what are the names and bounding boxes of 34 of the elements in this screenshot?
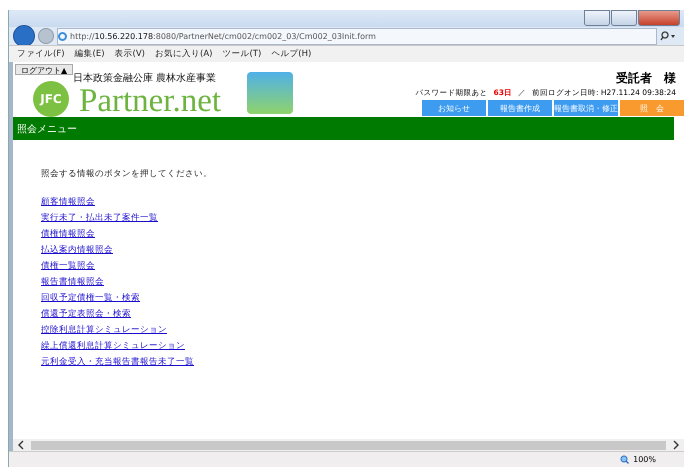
maximize-button[interactable] [611, 10, 637, 26]
minimize-button[interactable] [584, 10, 610, 26]
menu-link[interactable]: 顧客情報照会 [41, 195, 95, 211]
menu-item[interactable]: 表示(V) [114, 48, 145, 60]
scroll-left-icon[interactable] [17, 440, 25, 450]
logout-button[interactable]: ログアウト▲ [15, 64, 74, 75]
menu-item[interactable]: ツール(T) [222, 48, 262, 60]
menu-link[interactable]: 繰上償還利息計算シミュレーション [41, 339, 185, 355]
menu-item[interactable]: ヘルプ(H) [271, 48, 312, 60]
menu-link[interactable]: 償還予定表照会・検索 [41, 307, 131, 323]
organization-name: 日本政策金融公庫 農林水産事業 [73, 72, 218, 85]
scroll-right-icon[interactable] [672, 440, 680, 450]
address-bar[interactable]: http://10.56.220.178:8080/PartnerNet/cm002/cm002_03/Cm002_03Init.form [57, 28, 657, 44]
section-title-bar: 照会メニュー [13, 117, 674, 140]
menu-link[interactable]: 控除利息計算シミュレーション [41, 323, 167, 339]
zoom-icon[interactable] [620, 455, 630, 464]
instruction-text: 照会する情報のボタンを押してください。 [41, 168, 213, 180]
menu-link[interactable]: 実行未了・払出未了案件一覧 [41, 211, 158, 227]
menu-item[interactable]: ファイル(F) [17, 48, 65, 60]
menu-item[interactable]: 編集(E) [74, 48, 105, 60]
product-logo: Partner.net [79, 85, 222, 117]
zoom-level[interactable]: 100% [633, 455, 656, 464]
menu-link[interactable]: 報告書情報照会 [41, 275, 104, 291]
menu-link[interactable]: 払込案内情報照会 [41, 243, 113, 259]
photo-placeholder [247, 72, 294, 114]
menu-link[interactable]: 元利金受入・充当報告書報告未了一覧 [41, 355, 194, 371]
browser-page-icon [58, 32, 67, 40]
logo-mark: JFC [33, 81, 69, 117]
forward-button[interactable] [38, 28, 54, 44]
user-name: 受託者 様 [616, 70, 676, 86]
menu-link[interactable]: 債権情報照会 [41, 227, 95, 243]
menu-link[interactable]: 回収予定債権一覧・検索 [41, 291, 140, 307]
menu-link[interactable]: 債権一覧照会 [41, 259, 95, 275]
menu-item[interactable]: お気に入り(A) [155, 48, 212, 60]
